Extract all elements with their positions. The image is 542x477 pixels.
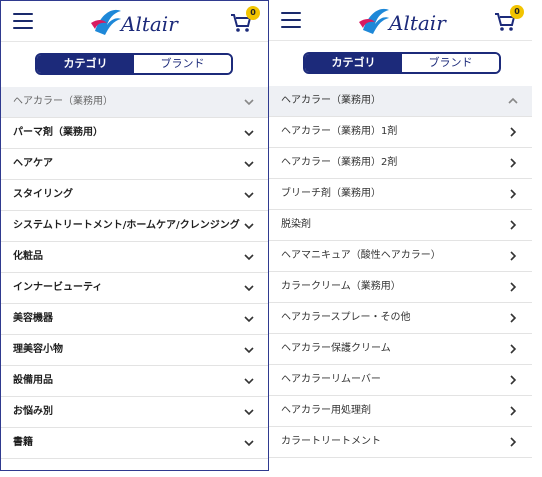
list-item[interactable]: ヘアカラー（業務用）2剤	[269, 148, 532, 179]
list-item[interactable]: カラークリーム（業務用）	[269, 272, 532, 303]
category-header-label: ヘアカラー（業務用）	[13, 96, 113, 107]
chevron-down-icon	[244, 99, 254, 106]
chevron-down-icon	[244, 316, 254, 323]
cart-count-badge: 0	[510, 5, 524, 19]
chevron-right-icon	[510, 406, 517, 416]
chevron-right-icon	[510, 251, 517, 261]
chevron-right-icon	[510, 282, 517, 292]
chevron-right-icon	[510, 375, 517, 385]
list-item[interactable]: ヘアマニキュア（酸性ヘアカラー）	[269, 241, 532, 272]
chevron-down-icon	[244, 223, 254, 230]
chevron-down-icon	[244, 130, 254, 137]
chevron-down-icon	[244, 378, 254, 385]
subcategory-list: ヘアカラー（業務用） ヘアカラー（業務用）1剤 ヘアカラー（業務用）2剤 ブリー…	[269, 86, 532, 458]
list-item[interactable]: 理美容小物	[1, 335, 268, 366]
cart-icon[interactable]: 0	[230, 6, 260, 35]
cart-count-badge: 0	[246, 6, 260, 20]
list-item[interactable]: スタイリング	[1, 180, 268, 211]
cart-icon[interactable]: 0	[494, 5, 524, 34]
list-item[interactable]: ヘアカラースプレー・その他	[269, 303, 532, 334]
chevron-down-icon	[244, 254, 254, 261]
list-item[interactable]: ヘアカラー保護クリーム	[269, 334, 532, 365]
chevron-right-icon	[510, 437, 517, 447]
chevron-right-icon	[510, 220, 517, 230]
list-item[interactable]: システムトリートメント/ホームケア/クレンジング	[1, 211, 268, 242]
altair-logo[interactable]: Altair	[351, 4, 451, 38]
list-item[interactable]: 脱染剤	[269, 210, 532, 241]
tab-category[interactable]: カテゴリ	[37, 55, 134, 73]
category-list: ヘアカラー（業務用） パーマ剤（業務用） ヘアケア スタイリング システムトリー…	[1, 87, 268, 459]
list-item[interactable]: カラートリートメント	[269, 427, 532, 458]
category-brand-toggle: カテゴリ ブランド	[35, 53, 233, 75]
tab-brand[interactable]: ブランド	[134, 55, 231, 73]
category-header-haircolor[interactable]: ヘアカラー（業務用）	[269, 86, 532, 117]
chevron-down-icon	[244, 347, 254, 354]
tab-category[interactable]: カテゴリ	[305, 54, 402, 72]
list-item[interactable]: ヘアカラー用処理剤	[269, 396, 532, 427]
logo-text: Altair	[387, 11, 447, 35]
category-brand-toggle: カテゴリ ブランド	[303, 52, 501, 74]
category-header-haircolor[interactable]: ヘアカラー（業務用）	[1, 87, 268, 118]
list-item[interactable]: インナービューティ	[1, 273, 268, 304]
list-item[interactable]: パーマ剤（業務用）	[1, 118, 268, 149]
chevron-down-icon	[244, 440, 254, 447]
right-panel: Altair 0 カテゴリ ブランド ヘアカラー（業務用） ヘアカラー（業務用）…	[269, 0, 532, 471]
category-header-label: ヘアカラー（業務用）	[281, 95, 381, 106]
chevron-right-icon	[510, 127, 517, 137]
list-item[interactable]: 美容機器	[1, 304, 268, 335]
chevron-right-icon	[510, 313, 517, 323]
list-item[interactable]: ヘアカラーリムーバー	[269, 365, 532, 396]
list-item[interactable]: 化粧品	[1, 242, 268, 273]
chevron-down-icon	[244, 285, 254, 292]
hamburger-icon[interactable]	[281, 12, 301, 28]
chevron-down-icon	[244, 192, 254, 199]
hamburger-icon[interactable]	[13, 13, 33, 29]
list-item[interactable]: ヘアケア	[1, 149, 268, 180]
altair-logo[interactable]: Altair	[83, 5, 183, 39]
chevron-right-icon	[510, 189, 517, 199]
list-item[interactable]: 書籍	[1, 428, 268, 459]
chevron-right-icon	[510, 158, 517, 168]
left-panel: Altair 0 カテゴリ ブランド ヘアカラー（業務用） パーマ剤（業務用） …	[0, 0, 269, 471]
app-header: Altair 0	[269, 0, 532, 41]
app-header: Altair 0	[1, 1, 268, 42]
list-item[interactable]: お悩み別	[1, 397, 268, 428]
list-item[interactable]: ヘアカラー（業務用）1剤	[269, 117, 532, 148]
tab-brand[interactable]: ブランド	[402, 54, 499, 72]
chevron-up-icon	[508, 97, 518, 104]
list-item[interactable]: 設備用品	[1, 366, 268, 397]
chevron-right-icon	[510, 344, 517, 354]
chevron-down-icon	[244, 409, 254, 416]
list-item[interactable]: ブリーチ剤（業務用）	[269, 179, 532, 210]
chevron-down-icon	[244, 161, 254, 168]
logo-text: Altair	[119, 12, 179, 36]
